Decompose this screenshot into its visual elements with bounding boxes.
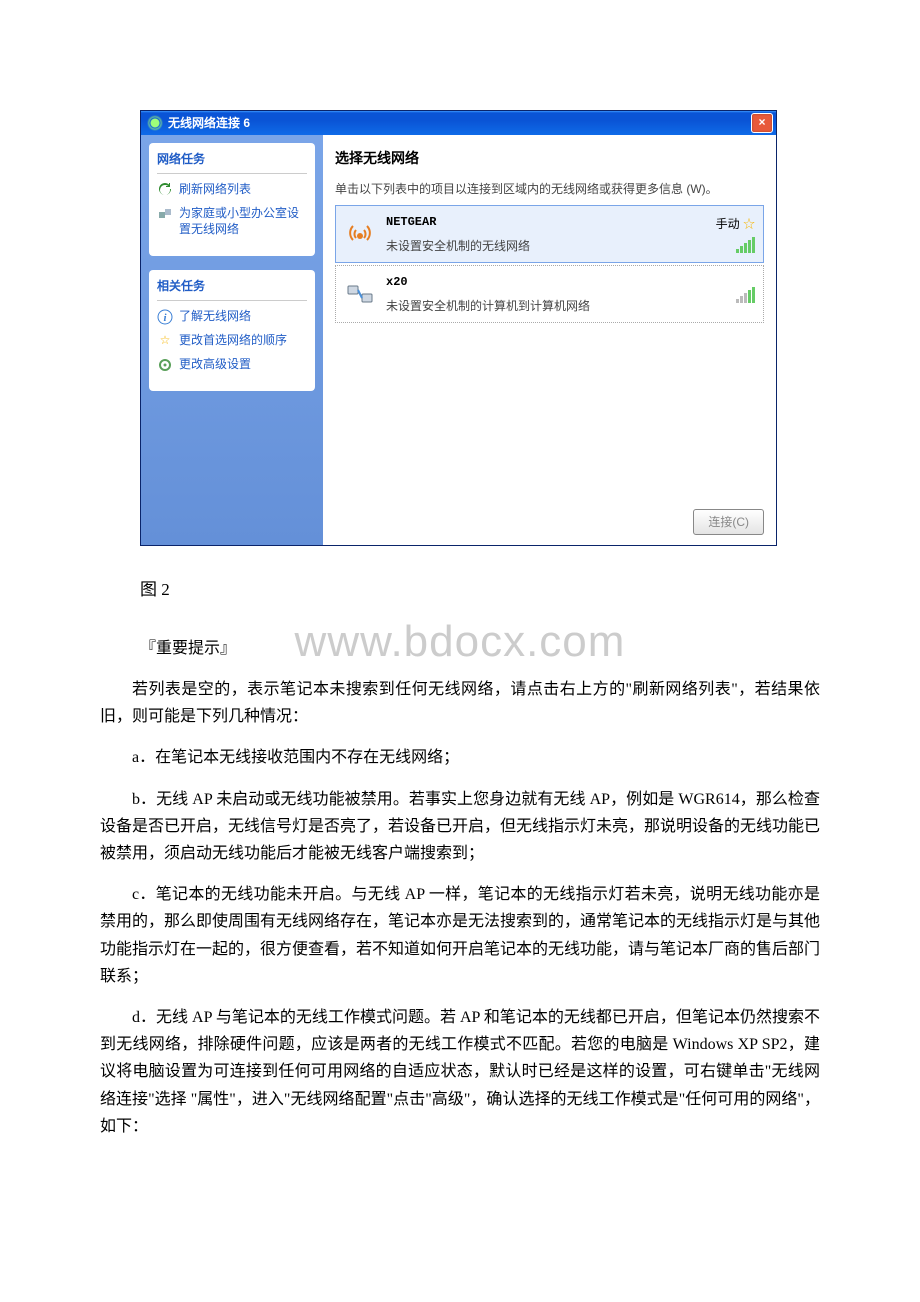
- network-ssid: x20: [386, 272, 732, 292]
- paragraph-b: b．无线 AP 未启动或无线功能被禁用。若事实上您身边就有无线 AP，例如是 W…: [100, 786, 820, 868]
- paragraph-c: c．笔记本的无线功能未开启。与无线 AP 一样，笔记本的无线指示灯若未亮，说明无…: [100, 881, 820, 990]
- learn-label: 了解无线网络: [179, 309, 251, 325]
- main-panel: 选择无线网络 单击以下列表中的项目以连接到区域内的无线网络或获得更多信息 (W)…: [323, 135, 776, 545]
- network-desc: 未设置安全机制的计算机到计算机网络: [386, 296, 732, 316]
- setup-wireless-network[interactable]: 为家庭或小型办公室设置无线网络: [157, 206, 307, 237]
- favorite-icon: ☆: [743, 217, 755, 231]
- refresh-label: 刷新网络列表: [179, 182, 251, 198]
- network-badge: 手动: [716, 217, 740, 231]
- refresh-network-list[interactable]: 刷新网络列表: [157, 182, 307, 198]
- gear-icon: [157, 357, 173, 373]
- sidebar: 网络任务 刷新网络列表 为家庭或小型办公室设置无线网络: [141, 135, 323, 545]
- figure-caption: 图 2: [140, 576, 820, 605]
- setup-icon: [157, 206, 173, 222]
- network-item-x20[interactable]: x20 未设置安全机制的计算机到计算机网络: [335, 265, 764, 323]
- choose-network-heading: 选择无线网络: [335, 147, 764, 171]
- ap-icon: [344, 218, 376, 250]
- paragraph-d: d．无线 AP 与笔记本的无线工作模式问题。若 AP 和笔记本的无线都已开启，但…: [100, 1004, 820, 1140]
- advanced-label: 更改高级设置: [179, 357, 251, 373]
- close-icon[interactable]: ×: [751, 113, 773, 133]
- setup-label: 为家庭或小型办公室设置无线网络: [179, 206, 307, 237]
- refresh-icon: [157, 182, 173, 198]
- wireless-icon: [147, 115, 163, 131]
- intro-paragraph: 若列表是空的，表示笔记本未搜索到任何无线网络，请点击右上方的"刷新网络列表"，若…: [100, 676, 820, 730]
- signal-icon: [736, 237, 755, 253]
- network-tasks-title: 网络任务: [157, 149, 307, 174]
- network-desc: 未设置安全机制的无线网络: [386, 236, 716, 256]
- titlebar[interactable]: 无线网络连接 6 ×: [141, 111, 776, 135]
- star-icon: ☆: [157, 333, 173, 349]
- window-title: 无线网络连接 6: [168, 113, 250, 133]
- learn-wireless[interactable]: i 了解无线网络: [157, 309, 307, 325]
- wireless-dialog: 无线网络连接 6 × 网络任务 刷新网络列表: [140, 110, 777, 546]
- order-label: 更改首选网络的顺序: [179, 333, 287, 349]
- network-ssid: NETGEAR: [386, 212, 716, 232]
- connect-button[interactable]: 连接(C): [693, 509, 764, 535]
- important-prompt-title: 『重要提示』: [140, 635, 820, 662]
- change-advanced-settings[interactable]: 更改高级设置: [157, 357, 307, 373]
- network-item-netgear[interactable]: NETGEAR 未设置安全机制的无线网络 手动 ☆: [335, 205, 764, 263]
- info-icon: i: [157, 309, 173, 325]
- signal-icon: [736, 287, 755, 303]
- paragraph-a: a．在笔记本无线接收范围内不存在无线网络；: [100, 744, 820, 771]
- adhoc-icon: [344, 278, 376, 310]
- change-preferred-order[interactable]: ☆ 更改首选网络的顺序: [157, 333, 307, 349]
- instruction-text: 单击以下列表中的项目以连接到区域内的无线网络或获得更多信息 (W)。: [335, 179, 764, 199]
- related-tasks-title: 相关任务: [157, 276, 307, 301]
